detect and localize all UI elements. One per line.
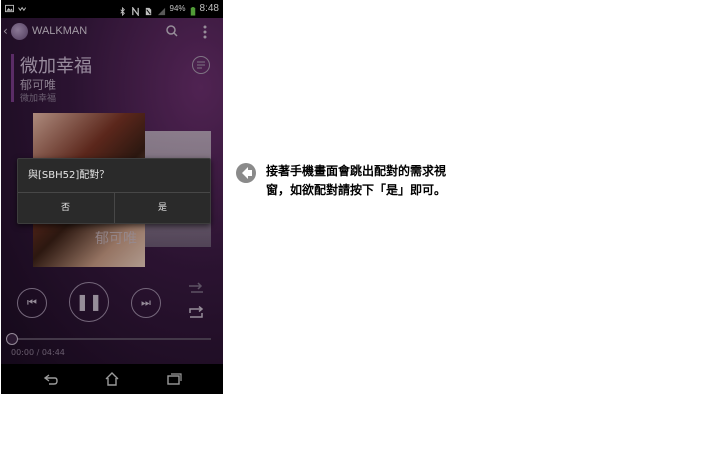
annotation-text: 接著手機畫面會跳出配對的需求視窗，如欲配對請按下「是」即可。 (266, 164, 447, 197)
pairing-dialog: 與[SBH52]配對？ 否 是 (17, 158, 211, 224)
left-arrow-icon (236, 163, 256, 183)
yes-button[interactable]: 是 (114, 193, 210, 223)
phone-screen: 94% 8:48 ‹ WALKMAN 微加幸福 郁可唯 微加幸福 郁可唯 ⏮ ❚… (1, 0, 223, 394)
dialog-message: 與[SBH52]配對？ (28, 170, 110, 181)
no-button[interactable]: 否 (18, 193, 113, 223)
